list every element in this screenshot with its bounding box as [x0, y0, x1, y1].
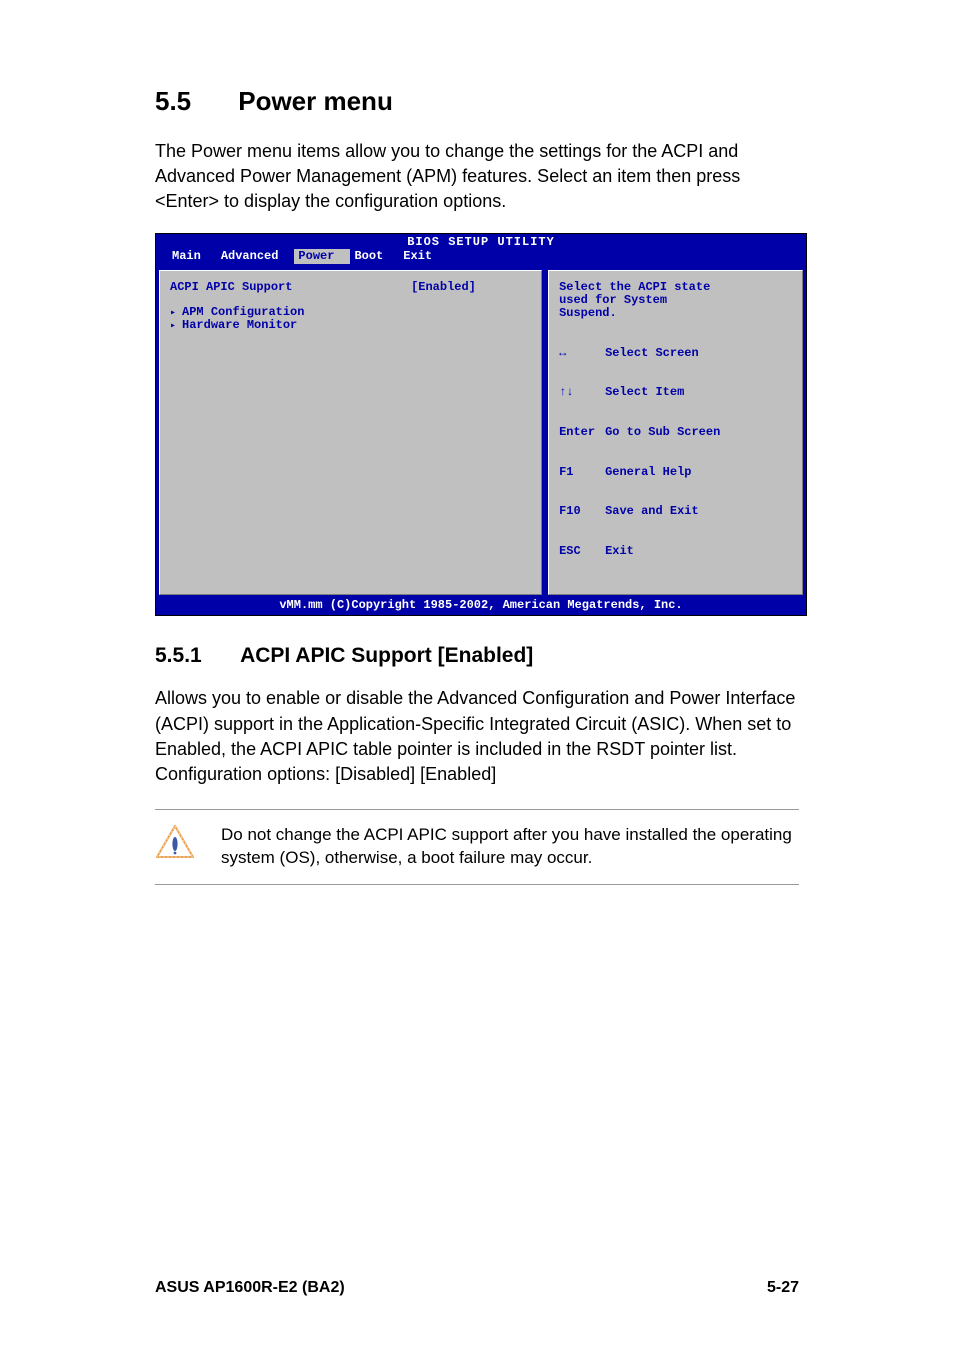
bios-right-pane: Select the ACPI state used for System Su… [548, 270, 803, 595]
section-heading: 5.5 Power menu [155, 86, 799, 117]
footer-product: ASUS AP1600R-E2 (BA2) [155, 1279, 345, 1297]
key-esc-desc: Exit [605, 544, 634, 558]
subsection-number: 5.5.1 [155, 644, 235, 668]
key-ud: ↑↓ [559, 386, 605, 399]
bios-key-legend: ↔Select Screen ↑↓Select Item EnterGo to … [559, 321, 792, 585]
bios-title: BIOS SETUP UTILITY [156, 234, 806, 249]
bios-tab-power[interactable]: Power [294, 249, 350, 264]
bios-tab-exit[interactable]: Exit [399, 249, 448, 264]
key-esc: ESC [559, 545, 605, 558]
bios-tab-advanced[interactable]: Advanced [217, 249, 295, 264]
bios-tab-boot[interactable]: Boot [350, 249, 399, 264]
section-title: Power menu [238, 86, 393, 116]
subsection-title: ACPI APIC Support [Enabled] [240, 644, 533, 667]
key-f1-desc: General Help [605, 465, 691, 479]
bios-option-label: ACPI APIC Support [170, 281, 411, 294]
bios-submenu-hw[interactable]: Hardware Monitor [170, 319, 531, 332]
bios-tab-main[interactable]: Main [168, 249, 217, 264]
page-footer: ASUS AP1600R-E2 (BA2) 5-27 [155, 1279, 799, 1297]
bios-option-value: [Enabled] [411, 281, 531, 294]
bios-screenshot: BIOS SETUP UTILITY Main Advanced Power B… [155, 233, 807, 617]
section-number: 5.5 [155, 86, 231, 117]
key-f10: F10 [559, 505, 605, 518]
key-enter-desc: Go to Sub Screen [605, 425, 720, 439]
key-f10-desc: Save and Exit [605, 504, 699, 518]
subsection-heading: 5.5.1 ACPI APIC Support [Enabled] [155, 644, 799, 668]
bios-option-acpi[interactable]: ACPI APIC Support [Enabled] [170, 281, 531, 294]
key-lr-desc: Select Screen [605, 346, 699, 360]
key-enter: Enter [559, 426, 605, 439]
bios-footer: vMM.mm (C)Copyright 1985-2002, American … [156, 598, 806, 615]
caution-icon [155, 824, 195, 860]
footer-page-number: 5-27 [767, 1279, 799, 1297]
bios-left-pane: ACPI APIC Support [Enabled] APM Configur… [159, 270, 542, 595]
key-f1: F1 [559, 466, 605, 479]
bios-help-text: Select the ACPI state used for System Su… [559, 281, 792, 321]
intro-paragraph: The Power menu items allow you to change… [155, 139, 799, 215]
subsection-paragraph: Allows you to enable or disable the Adva… [155, 686, 799, 787]
key-ud-desc: Select Item [605, 385, 684, 399]
bios-tab-row: Main Advanced Power Boot Exit [156, 249, 806, 267]
key-lr: ↔ [559, 347, 605, 360]
caution-text: Do not change the ACPI APIC support afte… [221, 824, 799, 870]
caution-note: Do not change the ACPI APIC support afte… [155, 809, 799, 885]
